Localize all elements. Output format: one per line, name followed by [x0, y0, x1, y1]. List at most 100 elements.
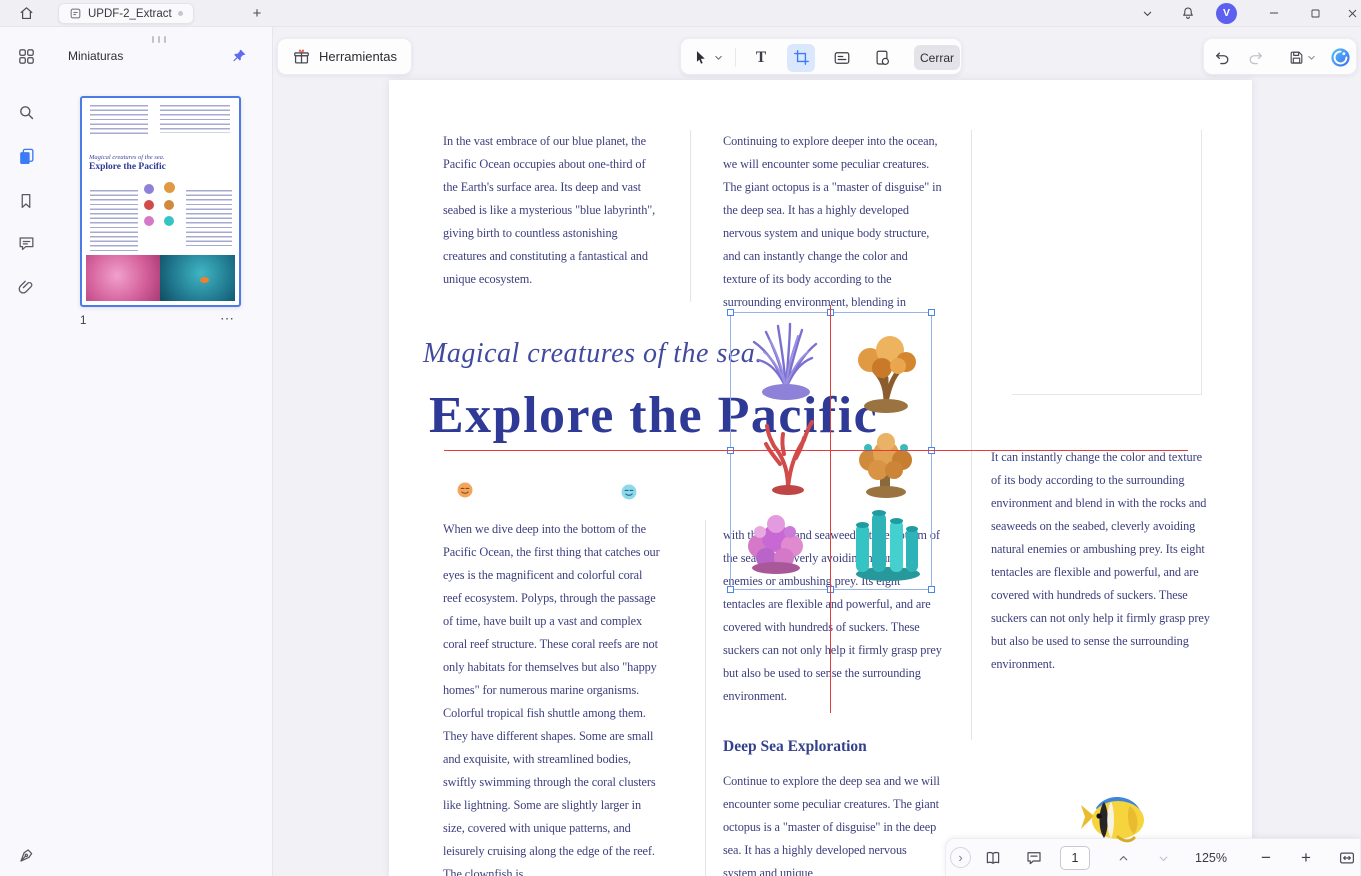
comments-button[interactable] — [12, 229, 40, 257]
thumb-title: Explore the Pacific — [89, 162, 166, 172]
thumbnail-page-number: 1 — [80, 315, 87, 327]
pin-panel-button[interactable] — [229, 46, 249, 66]
thumbnails-panel-button[interactable] — [12, 142, 40, 170]
user-avatar[interactable]: V — [1216, 2, 1237, 24]
redo-button[interactable] — [1242, 44, 1270, 72]
cursor-icon — [696, 51, 705, 64]
smiley-orange-icon — [457, 482, 473, 498]
tab-document-icon — [70, 8, 81, 19]
ai-assistant-button[interactable] — [1326, 44, 1354, 72]
fit-width-icon — [1340, 852, 1354, 864]
page-number-input[interactable] — [1060, 846, 1090, 870]
reading-mode-button[interactable] — [982, 847, 1004, 869]
zoom-in-button[interactable]: + — [1295, 847, 1317, 869]
deep-sea-heading: Deep Sea Exploration — [723, 738, 867, 755]
crop-tool-button[interactable] — [787, 43, 815, 72]
edit-toolbar: T Cerrar — [680, 38, 962, 75]
comment-sticker-blue[interactable] — [620, 483, 638, 501]
home-icon — [20, 7, 32, 20]
pdf-page[interactable]: In the vast embrace of our blue planet, … — [389, 80, 1252, 876]
panel-drag-handle[interactable] — [152, 36, 166, 43]
new-tab-button[interactable]: + — [247, 3, 267, 24]
text-tool-icon: T — [755, 48, 767, 66]
minimize-icon — [1269, 12, 1279, 14]
attachments-button[interactable] — [12, 274, 40, 302]
collapse-toolbar-button[interactable] — [1135, 2, 1159, 24]
window-maximize-button[interactable] — [1303, 2, 1327, 24]
thumb-reef-photo — [160, 255, 235, 301]
page-thumbnail-1[interactable]: Magical creatures of the sea. Explore th… — [80, 96, 241, 307]
window-minimize-button[interactable] — [1262, 2, 1286, 24]
zoom-level[interactable]: 125% — [1186, 851, 1236, 865]
resize-handle-nw[interactable] — [727, 309, 734, 316]
tools-menu-button[interactable]: Herramientas — [277, 38, 413, 75]
extracted-image-placeholder[interactable] — [1012, 130, 1202, 395]
extract-content-button[interactable] — [828, 44, 856, 72]
document-tab[interactable]: UPDF-2_Extract — [58, 3, 194, 24]
annotations-toggle-button[interactable] — [1023, 847, 1045, 869]
alignment-guide-vertical — [830, 305, 831, 713]
next-page-button[interactable] — [1152, 847, 1174, 869]
book-icon — [986, 851, 1000, 864]
thumbnails-panel-title: Miniaturas — [68, 49, 124, 63]
thumb-textlines — [90, 105, 148, 137]
octopus-intro-paragraph: Continuing to explore deeper into the oc… — [723, 134, 942, 309]
alignment-guide-horizontal — [444, 450, 1188, 451]
thumb-textlines — [160, 105, 230, 133]
title-bar: UPDF-2_Extract + V — [0, 0, 1361, 27]
toolbar-divider — [735, 48, 736, 67]
window-close-button[interactable] — [1340, 2, 1361, 24]
bookmark-icon — [21, 193, 31, 209]
search-icon — [19, 105, 33, 119]
zoom-out-button[interactable]: − — [1255, 847, 1277, 869]
pages-icon — [19, 148, 34, 164]
signature-button[interactable] — [12, 841, 40, 869]
comment-icon — [19, 236, 33, 250]
chevron-down-icon — [1143, 11, 1151, 16]
undo-button[interactable] — [1208, 44, 1236, 72]
select-tool-button[interactable] — [686, 44, 714, 72]
page-options-button[interactable]: ⋯ — [220, 310, 235, 327]
thumb-coral-dot — [144, 216, 154, 226]
thumb-kicker: Magical creatures of the sea. — [89, 154, 165, 161]
previous-page-button[interactable] — [1112, 847, 1134, 869]
paperclip-icon — [18, 280, 33, 294]
comment-sticker-orange[interactable] — [456, 481, 474, 499]
resize-handle-sw[interactable] — [727, 586, 734, 593]
close-icon — [1348, 9, 1356, 17]
thumb-anemone-photo — [86, 255, 160, 301]
fit-page-button[interactable] — [1336, 847, 1358, 869]
save-icon — [1290, 51, 1302, 64]
apps-menu-button[interactable] — [12, 42, 40, 70]
butterflyfish-image[interactable] — [1078, 786, 1150, 848]
bell-icon — [1183, 7, 1193, 19]
undo-icon — [1216, 51, 1229, 64]
notifications-button[interactable] — [1176, 2, 1200, 24]
page-kicker: Magical creatures of the sea. — [423, 338, 763, 369]
collapse-bar-button[interactable]: › — [950, 847, 971, 868]
text-tool-button[interactable]: T — [747, 44, 775, 72]
octopus-right-paragraph: It can instantly change the color and te… — [991, 450, 1210, 671]
thumb-clownfish-dot — [200, 277, 209, 283]
home-button[interactable] — [14, 3, 38, 24]
resize-handle-se[interactable] — [928, 586, 935, 593]
actions-toolbar — [1203, 38, 1357, 75]
crop-selection-box[interactable] — [727, 309, 935, 593]
pen-icon — [19, 848, 32, 862]
close-crop-mode-button[interactable]: Cerrar — [914, 45, 960, 70]
left-icon-rail — [0, 27, 52, 876]
thumbnails-panel: Miniaturas Magical creatures of the sea.… — [52, 27, 273, 876]
bottom-toolbar: › 125% − + — [945, 838, 1361, 876]
page-settings-button[interactable] — [868, 44, 896, 72]
ai-assistant-icon — [1330, 48, 1350, 67]
select-tool-dropdown[interactable] — [711, 44, 725, 72]
bookmarks-button[interactable] — [12, 187, 40, 215]
redo-icon — [1249, 51, 1262, 64]
workspace: Herramientas T Cerrar In the vast embrac… — [273, 27, 1361, 876]
search-button[interactable] — [12, 98, 40, 126]
resize-handle-ne[interactable] — [928, 309, 935, 316]
chevron-down-icon — [1159, 856, 1167, 861]
thumb-coral-dot — [164, 200, 174, 210]
column-rule — [690, 130, 691, 302]
save-dropdown[interactable] — [1304, 44, 1318, 72]
